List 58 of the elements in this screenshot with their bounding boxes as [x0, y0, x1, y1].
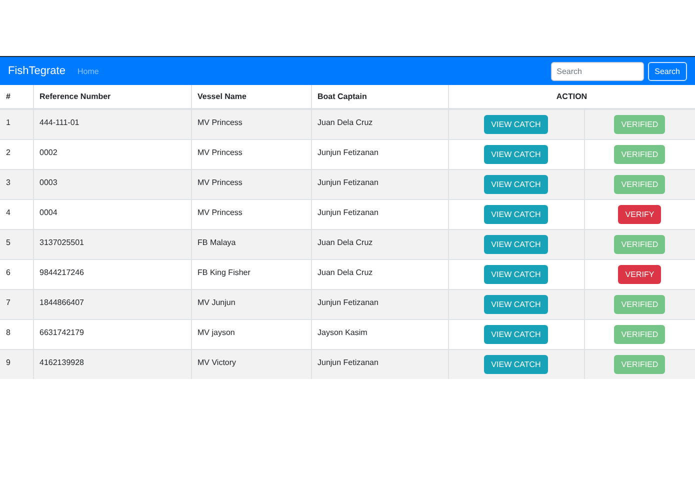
verify-button[interactable]: VERIFY — [618, 204, 662, 224]
search-field[interactable]: Search — [550, 62, 644, 80]
reference-number: 6631742179 — [40, 328, 84, 336]
row-number: 5 — [6, 238, 10, 246]
nav-link[interactable]: Home — [77, 66, 99, 76]
captain-name: Junjun Fetizanan — [318, 148, 378, 156]
captain-name: Junjun Fetizanan — [318, 358, 378, 366]
view-catch-button[interactable]: VIEW CATCH — [484, 114, 548, 134]
verified-button[interactable]: VERIFIED — [614, 324, 666, 344]
captain-name: Junjun Fetizanan — [318, 298, 378, 306]
row-number: 7 — [6, 298, 10, 306]
reference-number: 0004 — [40, 208, 58, 216]
captain-name: Juan Dela Cruz — [318, 268, 373, 276]
verified-button[interactable]: VERIFIED — [614, 354, 666, 374]
verified-button[interactable]: VERIFIED — [614, 294, 666, 314]
captain-name: Juan Dela Cruz — [318, 238, 373, 246]
reference-number: 1844866407 — [40, 298, 84, 306]
brand-name[interactable]: FishTegrate — [8, 65, 66, 77]
captain-name: Junjun Fetizanan — [318, 208, 378, 216]
vessel-name: MV jayson — [198, 328, 235, 336]
vessel-name: FB King Fisher — [198, 268, 250, 276]
row-number: 9 — [6, 358, 10, 366]
vessel-name: MV Princess — [198, 148, 242, 156]
view-catch-button[interactable]: VIEW CATCH — [484, 354, 548, 374]
verified-button[interactable]: VERIFIED — [614, 144, 666, 164]
verified-button[interactable]: VERIFIED — [614, 174, 666, 194]
captain-name: Juan Dela Cruz — [318, 118, 373, 127]
search-button[interactable]: Search — [648, 62, 687, 80]
verified-button[interactable]: VERIFIED — [614, 114, 666, 134]
view-catch-button[interactable]: VIEW CATCH — [484, 234, 548, 254]
vessel-name: MV Victory — [198, 358, 236, 366]
vessel-name: MV Junjun — [198, 298, 236, 306]
captain-name: Junjun Fetizanan — [318, 178, 378, 186]
reference-number: 0003 — [40, 178, 58, 186]
vessel-name: MV Princess — [198, 118, 242, 127]
verified-button[interactable]: VERIFIED — [614, 234, 666, 254]
row-number: 1 — [6, 118, 10, 127]
view-catch-button[interactable]: VIEW CATCH — [484, 204, 548, 224]
view-catch-button[interactable]: VIEW CATCH — [484, 294, 548, 314]
vessel-name: FB Malaya — [198, 238, 236, 246]
view-catch-button[interactable]: VIEW CATCH — [484, 264, 548, 284]
row-number: 8 — [6, 328, 10, 336]
reference-number: 9844217246 — [40, 268, 84, 276]
captain-name: Jayson Kasim — [318, 328, 368, 336]
reference-number: 444-111-01 — [40, 118, 80, 127]
view-catch-button[interactable]: VIEW CATCH — [484, 174, 548, 194]
row-number: 6 — [6, 268, 10, 276]
view-catch-button[interactable]: VIEW CATCH — [484, 144, 548, 164]
vessel-name: MV Princess — [198, 208, 242, 216]
view-catch-button[interactable]: VIEW CATCH — [484, 324, 548, 344]
reference-number: 4162139928 — [40, 358, 84, 366]
row-number: 4 — [6, 208, 10, 216]
reference-number: 0002 — [40, 148, 58, 156]
row-number: 3 — [6, 178, 10, 186]
vessel-name: MV Princess — [198, 178, 242, 186]
verify-button[interactable]: VERIFY — [618, 264, 662, 284]
row-number: 2 — [6, 148, 10, 156]
reference-number: 3137025501 — [40, 238, 84, 246]
